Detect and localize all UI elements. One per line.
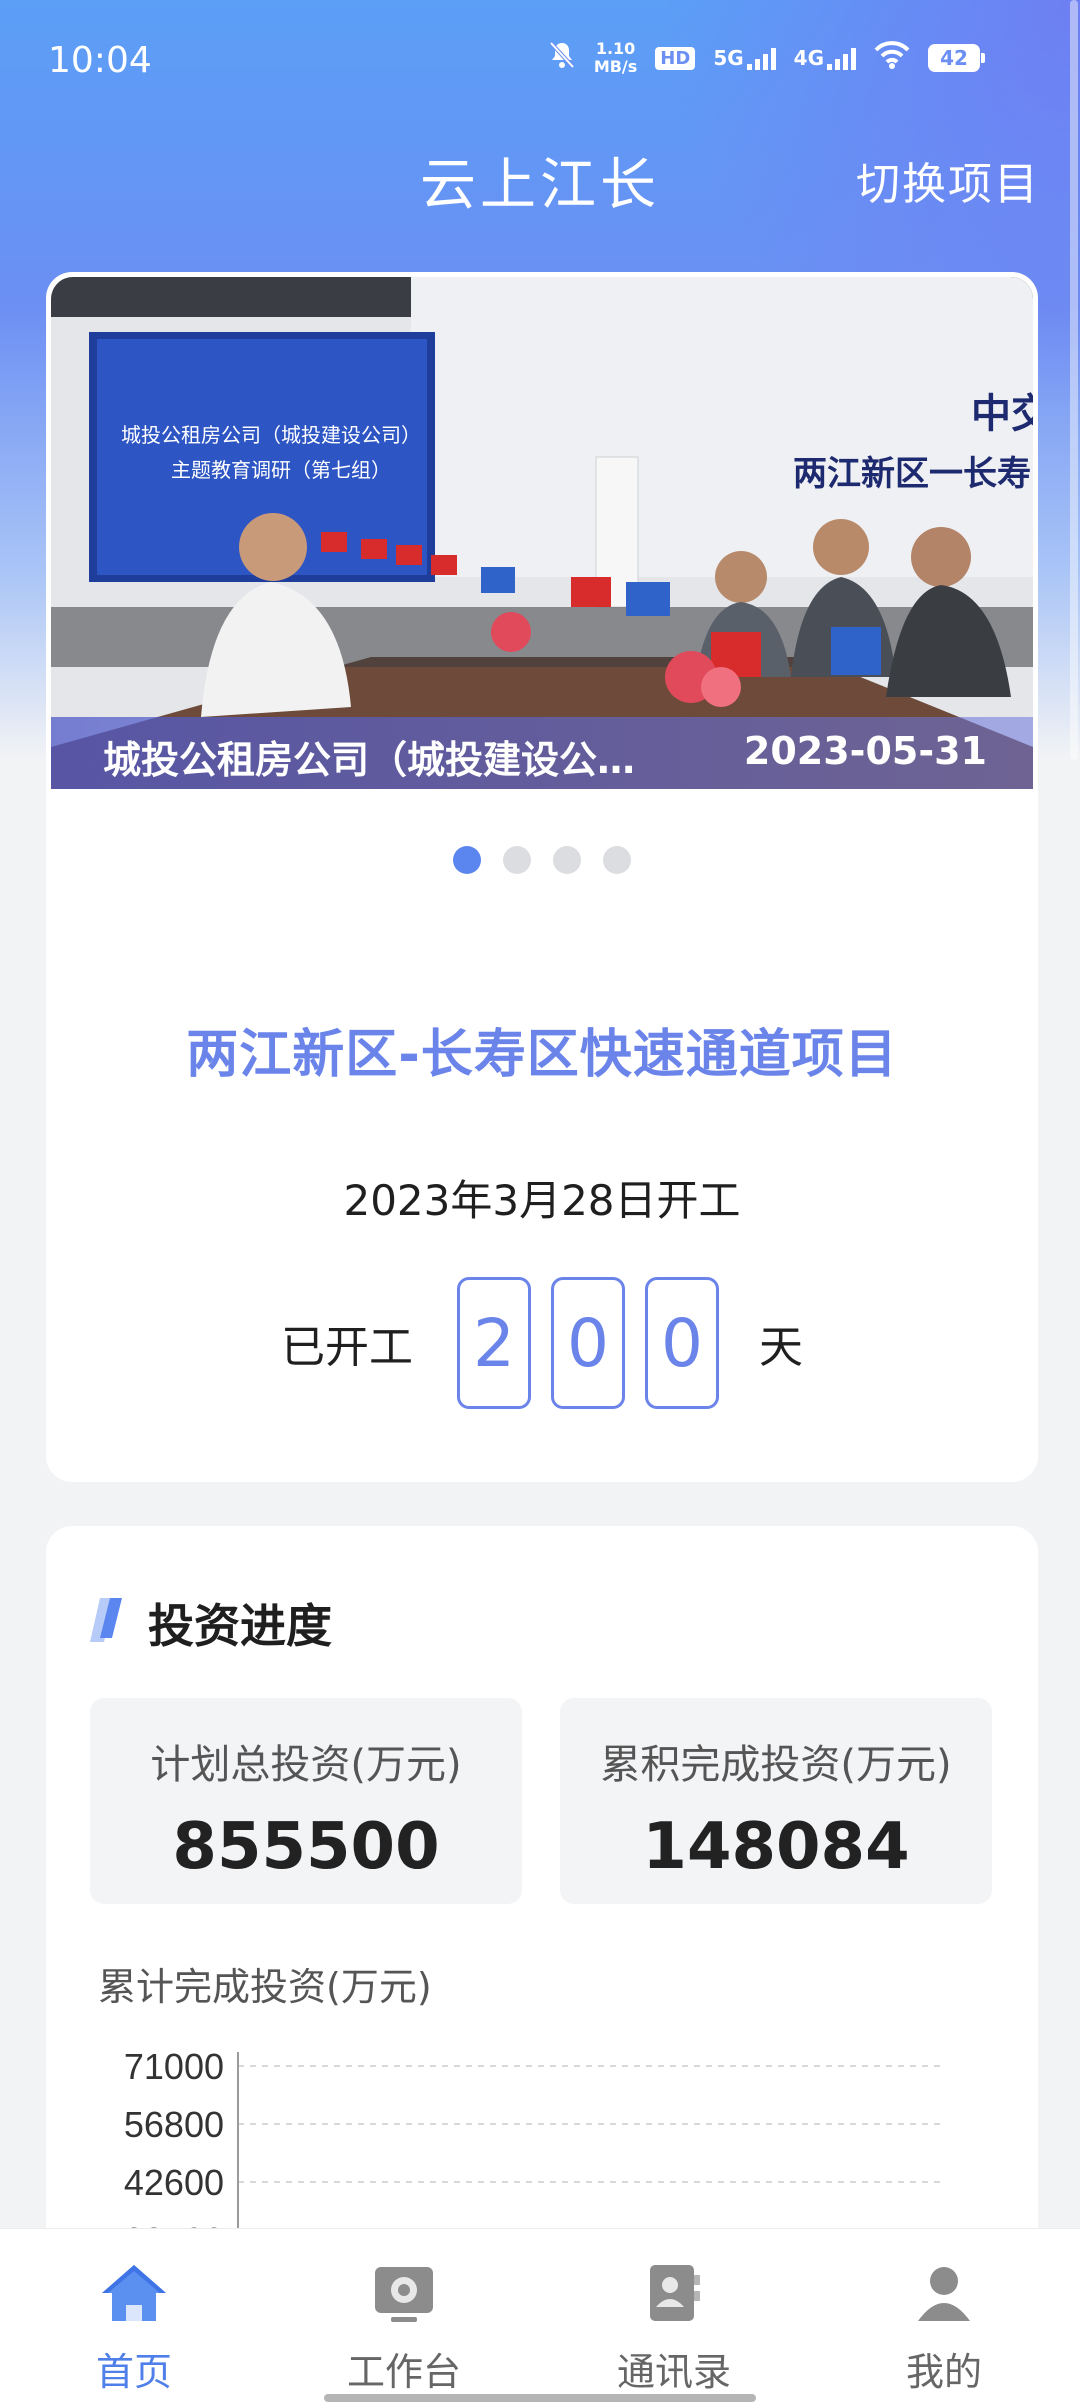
carousel-dot-3[interactable] xyxy=(553,846,581,874)
wifi-icon xyxy=(874,41,910,75)
home-indicator[interactable] xyxy=(324,2394,756,2402)
status-icons: 1.10 MB/s HD 5G 4G 42 xyxy=(548,40,985,76)
nav-item-contacts[interactable]: 通讯录 xyxy=(574,2253,774,2396)
chart-y-tick-label: 71000 xyxy=(124,2046,224,2087)
banner-photo: 城投公租房公司（城投建设公司） 主题教育调研（第七组） 中交 两江新区一长寿区快 xyxy=(51,277,1033,789)
signal-bars-icon xyxy=(746,48,776,70)
nav-item-workbench[interactable]: 工作台 xyxy=(304,2253,504,2396)
nav-item-home[interactable]: 首页 xyxy=(34,2253,234,2396)
days-digit: 0 xyxy=(645,1277,719,1409)
days-unit: 天 xyxy=(759,1322,803,1373)
status-bar: 10:04 1.10 MB/s HD 5G 4G 42 xyxy=(0,0,1080,120)
network-speed: 1.10 MB/s xyxy=(594,40,637,76)
nav-label-workbench: 工作台 xyxy=(346,2350,461,2394)
network-speed-unit: MB/s xyxy=(593,57,638,76)
screen-text-line1: 城投公租房公司（城投建设公司） xyxy=(121,424,421,447)
network-speed-value: 1.10 xyxy=(595,39,636,58)
workbench-icon xyxy=(304,2253,504,2333)
banner-caption-title: 城投公租房公司（城投建设公… xyxy=(103,738,636,782)
signal-4g: 4G xyxy=(794,46,856,70)
app-root: 10:04 1.10 MB/s HD 5G 4G 42 云上江长 切换项目 城投… xyxy=(0,0,1080,2408)
nav-label-home: 首页 xyxy=(95,2350,172,2394)
project-name: 两江新区-长寿区快速通道项目 xyxy=(186,1025,898,1085)
banner-caption: 城投公租房公司（城投建设公… 2023-05-31 xyxy=(51,717,1033,789)
carousel-indicator xyxy=(46,846,1038,874)
wall-text-2: 两江新区一长寿区快 xyxy=(793,455,1033,493)
switch-project-button[interactable]: 切换项目 xyxy=(856,148,1040,212)
signal-4g-label: 4G xyxy=(793,46,824,70)
status-time: 10:04 xyxy=(48,40,152,81)
signal-5g: 5G xyxy=(713,46,776,70)
news-banner[interactable]: 城投公租房公司（城投建设公司） 主题教育调研（第七组） 中交 两江新区一长寿区快 xyxy=(51,277,1033,789)
carousel-dot-2[interactable] xyxy=(503,846,531,874)
days-digit: 0 xyxy=(551,1277,625,1409)
chart-y-tick-label: 56800 xyxy=(124,2104,224,2145)
chart-y-tick-label: 42600 xyxy=(124,2162,224,2203)
project-card: 城投公租房公司（城投建设公司） 主题教育调研（第七组） 中交 两江新区一长寿区快 xyxy=(46,272,1038,1482)
hd-badge: HD xyxy=(655,46,696,70)
mute-icon xyxy=(548,40,576,76)
signal-5g-label: 5G xyxy=(713,46,744,70)
contacts-icon xyxy=(574,2253,774,2333)
days-counter: 已开工 2 0 0 天 xyxy=(46,1277,1038,1409)
project-start-date: 2023年3月28日开工 xyxy=(343,1176,741,1225)
days-digit: 2 xyxy=(457,1277,531,1409)
carousel-dot-4[interactable] xyxy=(603,846,631,874)
home-icon xyxy=(34,2253,234,2333)
wall-text-1: 中交 xyxy=(971,392,1033,436)
signal-bars-icon xyxy=(827,48,856,70)
nav-label-contacts: 通讯录 xyxy=(616,2350,731,2394)
profile-icon xyxy=(844,2253,1044,2333)
battery-icon: 42 xyxy=(928,44,985,72)
days-label: 已开工 xyxy=(281,1322,413,1373)
banner-caption-date: 2023-05-31 xyxy=(743,729,987,773)
nav-item-profile[interactable]: 我的 xyxy=(844,2253,1044,2396)
carousel-dot-1[interactable] xyxy=(453,846,481,874)
nav-label-profile: 我的 xyxy=(905,2350,982,2394)
bottom-nav: 首页 工作台 通讯录 我的 xyxy=(0,2228,1080,2408)
screen-text-line2: 主题教育调研（第七组） xyxy=(171,459,391,482)
